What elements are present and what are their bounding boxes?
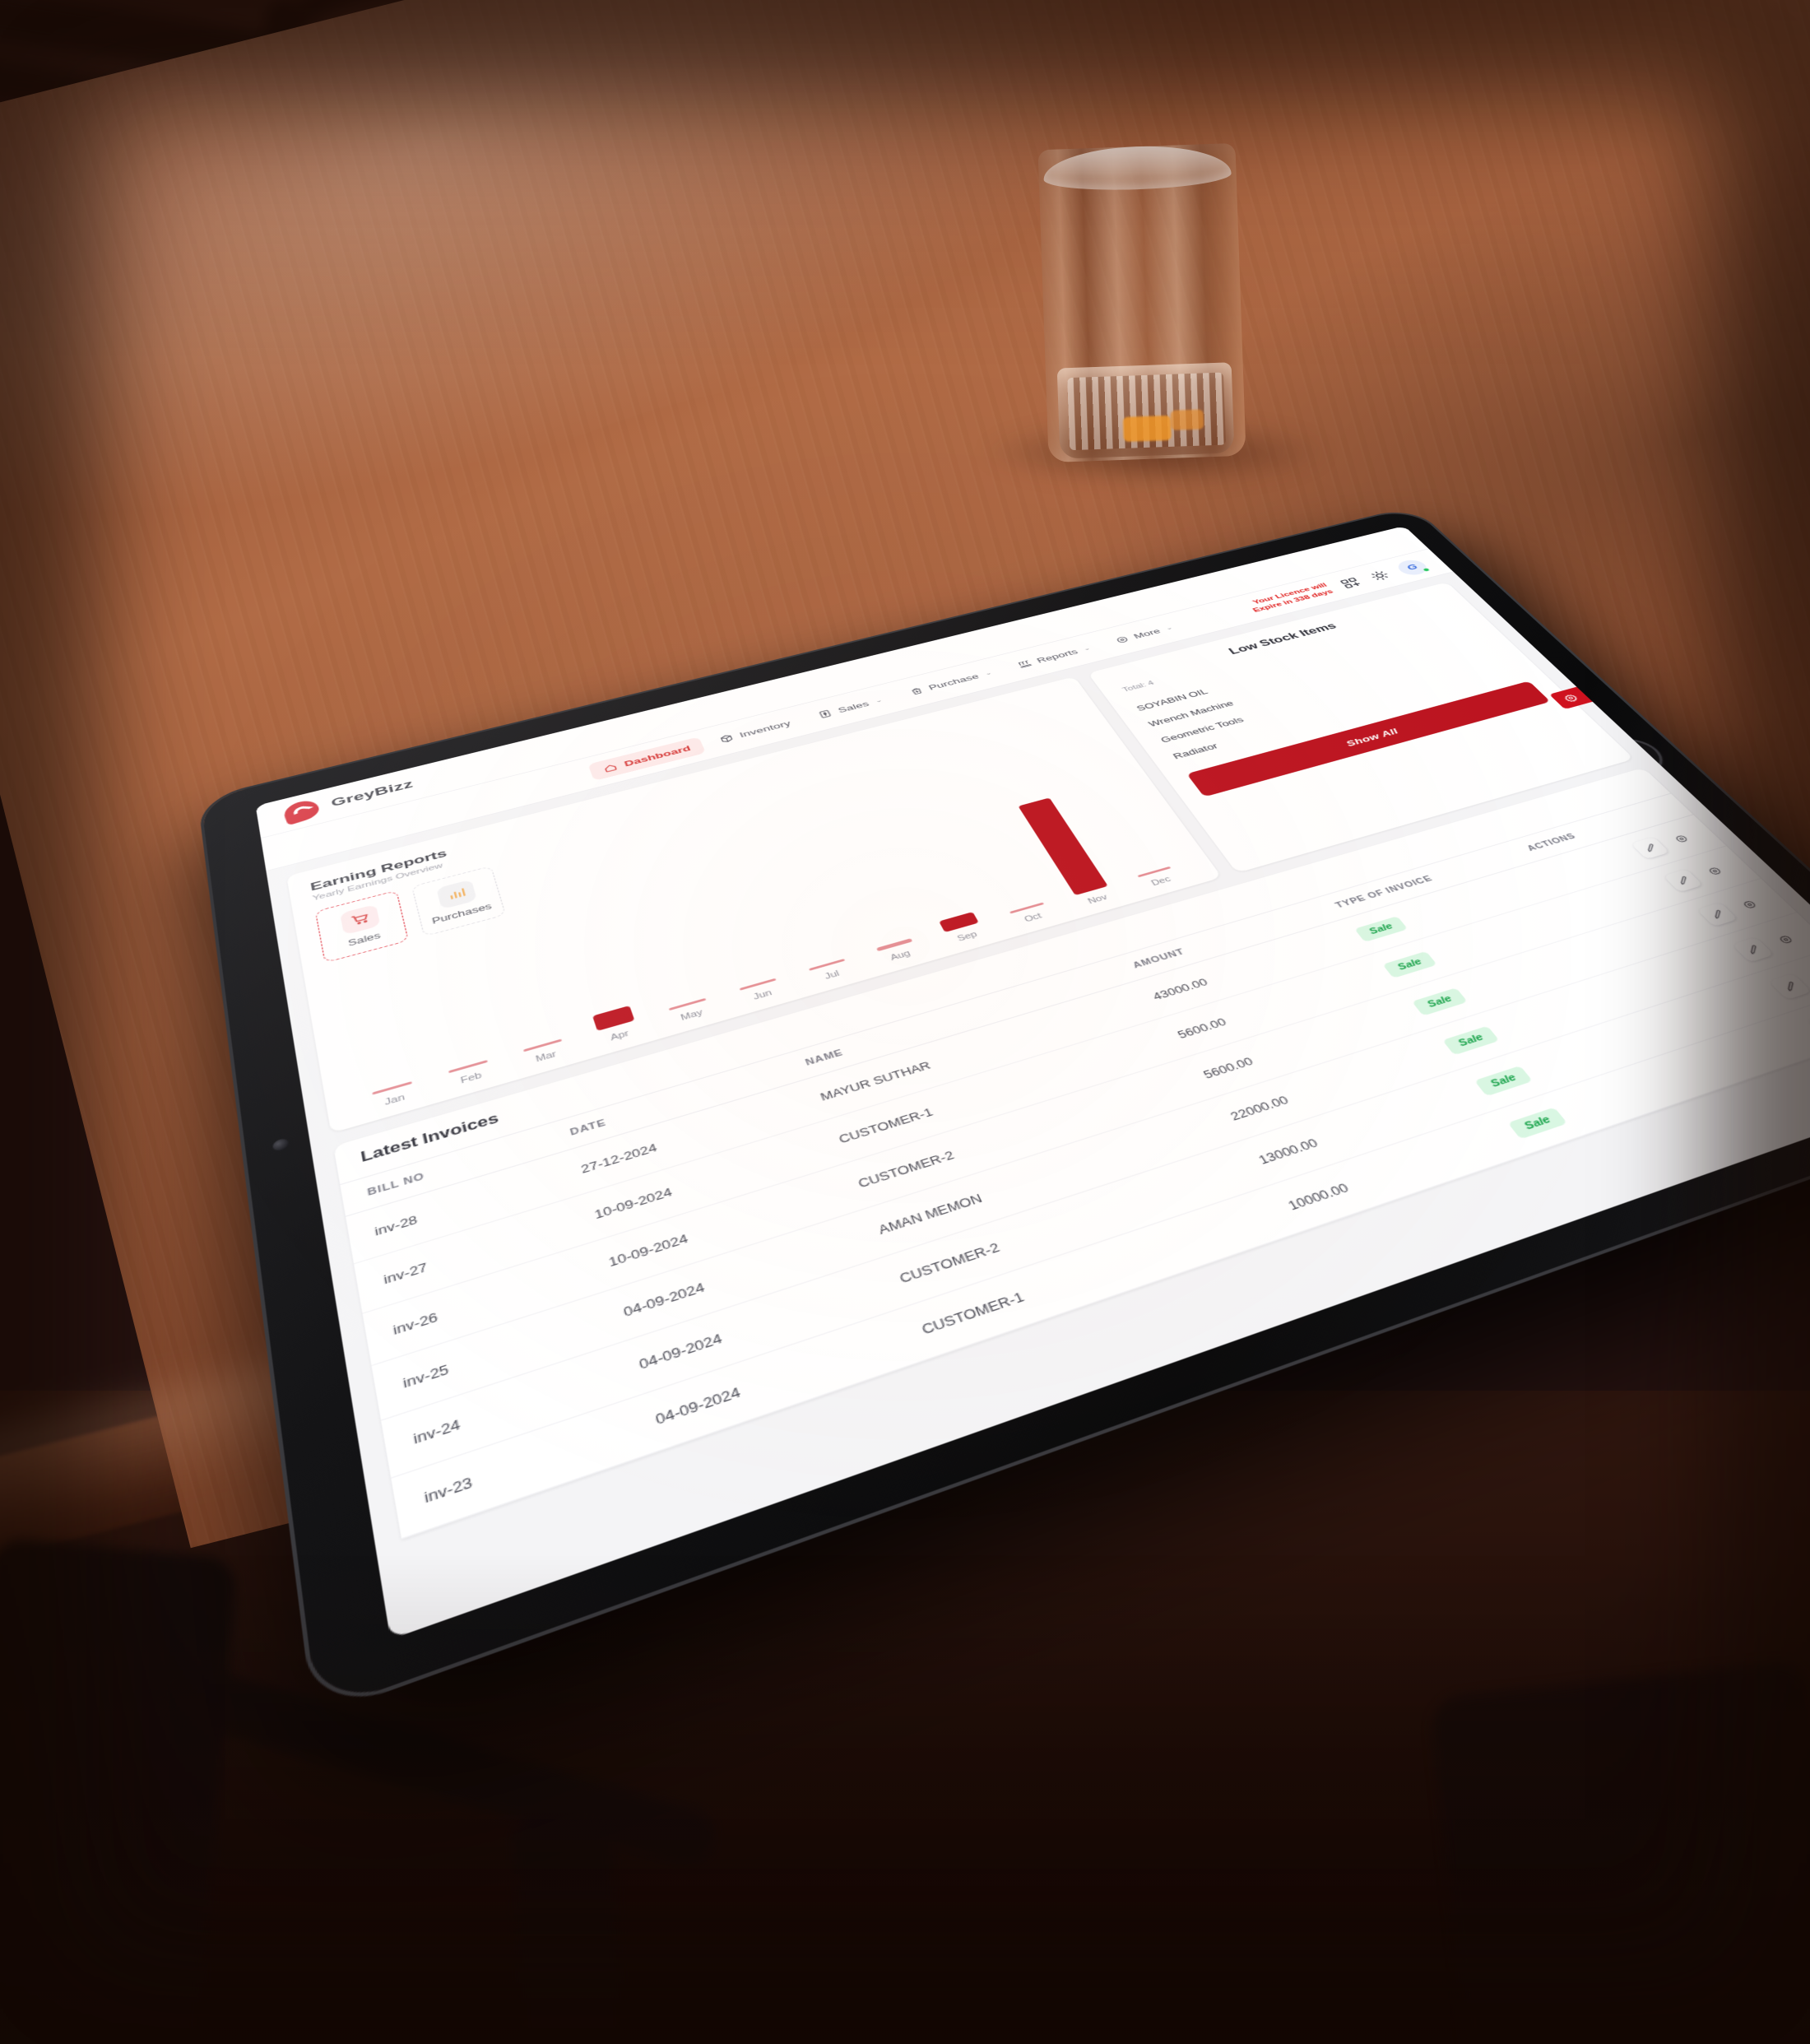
nav-item-label: Sales [836, 699, 871, 715]
chart-bar [523, 1038, 563, 1052]
grid-plus-icon[interactable] [1337, 576, 1363, 589]
view-icon[interactable] [1764, 927, 1806, 952]
chevron-down-icon: ⌄ [1163, 625, 1174, 631]
receipt-icon [817, 708, 834, 719]
view-icon[interactable] [1694, 859, 1733, 882]
foreground-chair [512, 1808, 624, 2044]
status-badge: Sale [1442, 1025, 1500, 1056]
shopping-cart-icon [339, 904, 381, 936]
nav-item-label: Purchase [926, 671, 982, 692]
chart-bar [372, 1081, 412, 1095]
glass-refraction [1122, 415, 1172, 442]
edit-icon[interactable] [1631, 836, 1670, 860]
view-icon[interactable] [1729, 893, 1770, 917]
edit-icon[interactable] [1768, 973, 1810, 1001]
status-badge: Sale [1507, 1107, 1568, 1140]
bag-plus-icon [907, 686, 925, 697]
chart-x-tick-label: Dec [1149, 875, 1173, 888]
online-status-dot [1421, 567, 1432, 573]
box-icon [718, 733, 736, 745]
foreground-chair [1429, 1660, 1810, 2044]
avatar-initial: G [1404, 562, 1421, 573]
nav-item-label: Inventory [737, 718, 792, 740]
chart-bar [939, 911, 980, 932]
chart-x-tick-label: Feb [459, 1071, 483, 1086]
chart-x-tick-label: Jul [823, 969, 842, 982]
chevron-down-icon: ⌄ [983, 669, 994, 676]
status-badge: Sale [1474, 1066, 1534, 1097]
toggle-sales[interactable]: Sales [314, 890, 409, 964]
chevron-down-icon: ⌄ [1081, 645, 1092, 652]
edit-icon[interactable] [1696, 902, 1738, 927]
status-badge: Sale [1382, 950, 1437, 978]
glass-refraction [1170, 409, 1204, 430]
chart-x-tick-label: Apr [609, 1029, 630, 1043]
chart-x-tick-label: Mar [534, 1049, 558, 1065]
chart-bar [592, 1005, 635, 1031]
chart-x-tick-label: Nov [1086, 893, 1110, 906]
chart-bar [739, 978, 777, 991]
chart-bar [448, 1060, 488, 1074]
front-camera-icon [272, 1136, 290, 1153]
status-badge: Sale [1412, 987, 1468, 1016]
chart-bar [809, 959, 846, 971]
chart-bar-icon [1016, 659, 1033, 669]
sun-icon[interactable] [1367, 569, 1393, 582]
nav-item-label: Dashboard [623, 743, 693, 769]
edit-icon[interactable] [1732, 936, 1775, 963]
avatar[interactable]: G [1393, 557, 1432, 578]
nav-item-label: Reports [1034, 648, 1080, 665]
gear-icon [1562, 693, 1580, 703]
chart-x-tick-label: May [679, 1007, 704, 1023]
edit-icon[interactable] [1807, 1010, 1810, 1039]
chart-x-tick-label: Jan [383, 1092, 406, 1108]
home-icon [602, 762, 620, 773]
nav-item-label: More [1131, 627, 1163, 640]
status-badge: Sale [1354, 916, 1409, 942]
edit-icon[interactable] [1663, 868, 1703, 893]
glass-tumbler [1037, 142, 1246, 463]
toggle-purchases[interactable]: Purchases [411, 866, 507, 937]
chart-x-tick-label: Sep [955, 930, 979, 944]
chart-x-tick-label: Oct [1023, 911, 1044, 924]
greybizz-logo-icon[interactable] [281, 797, 323, 825]
toggle-sales-label: Sales [346, 930, 382, 948]
bar-chart-icon [436, 879, 477, 909]
circle-dot-icon [1114, 634, 1132, 644]
chart-x-tick-label: Aug [889, 949, 912, 963]
view-icon[interactable] [1662, 828, 1701, 850]
scene: GreyBizz Dashboard Inventory Sales ⌄ Pur… [0, 0, 1810, 2044]
chart-x-tick-label: Jun [751, 988, 774, 1002]
chevron-down-icon: ⌄ [874, 697, 884, 704]
